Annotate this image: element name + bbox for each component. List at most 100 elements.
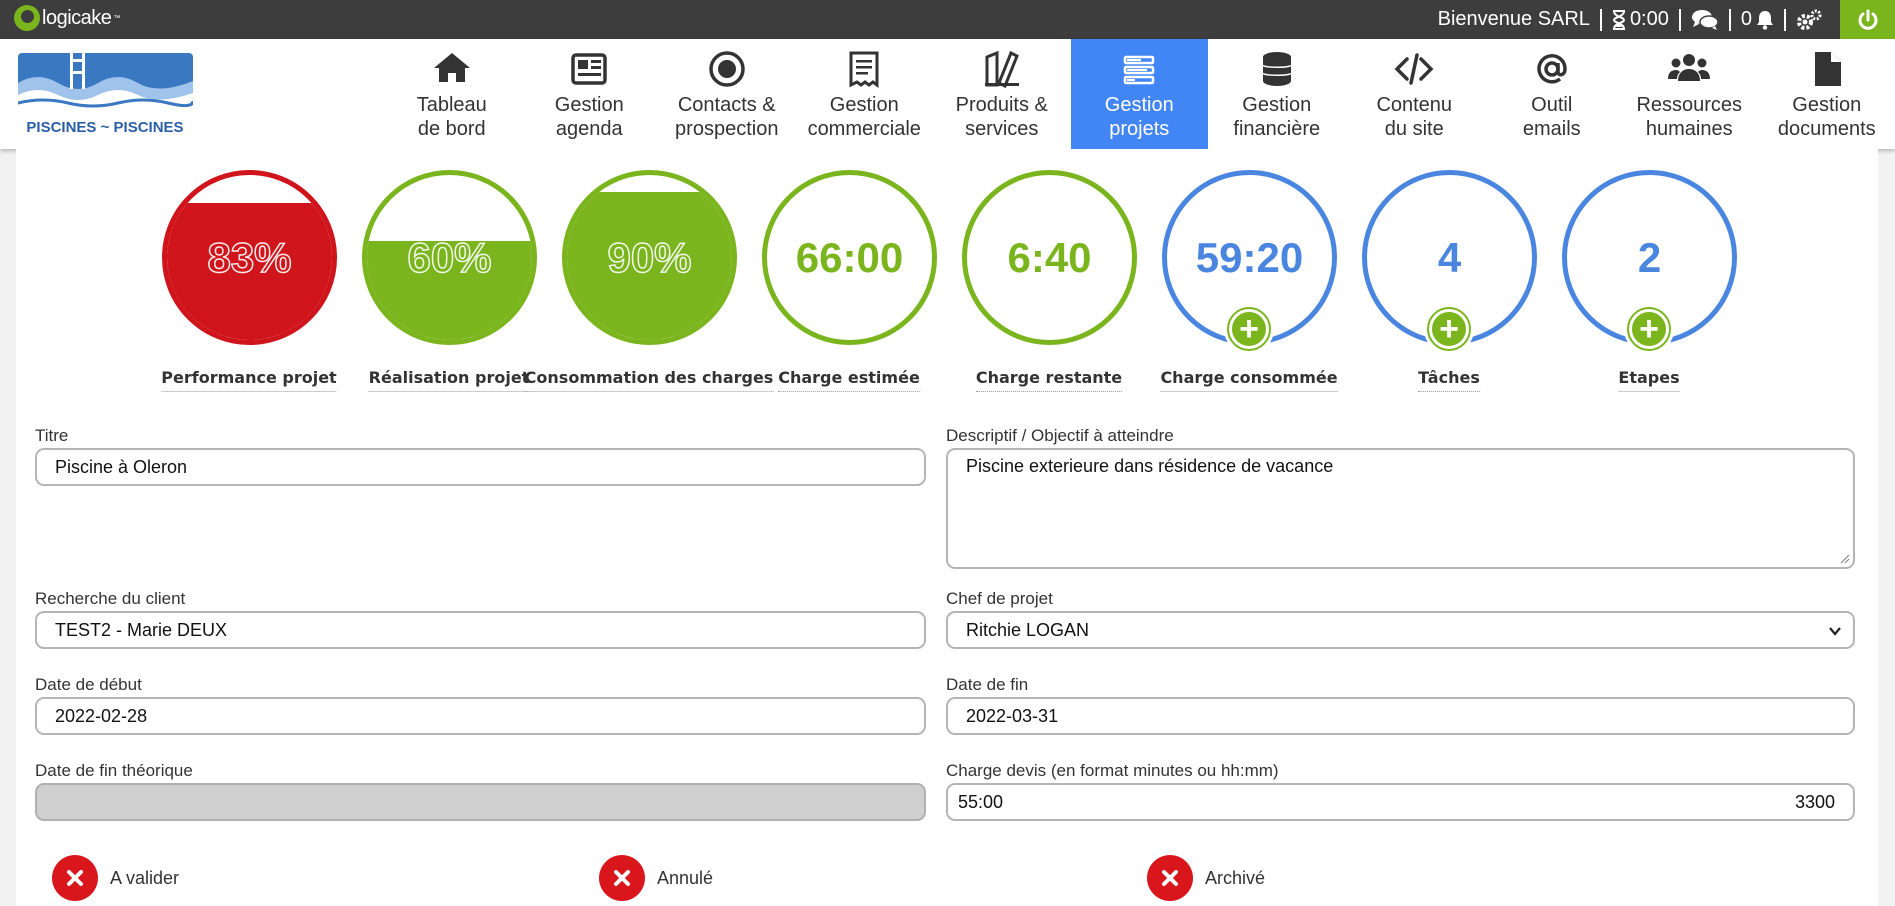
plus-icon: + [1439, 310, 1459, 348]
home-icon [433, 53, 470, 82]
logout-button[interactable] [1840, 0, 1895, 39]
titre-input[interactable]: Piscine à Oleron [35, 448, 926, 486]
gauge-performance-projet: 83% [162, 170, 337, 345]
nav-item-gestion-commerciale[interactable]: Gestion commerciale [796, 39, 934, 149]
chef-select[interactable]: Ritchie LOGAN [946, 611, 1855, 649]
gauge-value: 66:00 [795, 233, 904, 281]
descriptif-textarea[interactable]: Piscine exterieure dans résidence de vac… [946, 448, 1855, 569]
status-label: A valider [110, 867, 180, 888]
brand-logo-icon [14, 5, 40, 31]
nav-item-contacts-prospection[interactable]: Contacts & prospection [658, 39, 796, 149]
gauge-value: 90% [607, 233, 693, 282]
date-fin-theorique-label: Date de fin théorique [35, 761, 193, 780]
status-label: Annulé [657, 867, 714, 888]
gauge-charge-restante: 6:40 [962, 170, 1137, 345]
nav-item-gestion-financière[interactable]: Gestion financière [1208, 39, 1346, 149]
brand-logo[interactable]: logicake ™ [14, 5, 120, 31]
bullseye-icon [709, 51, 745, 87]
client-label: Recherche du client [35, 589, 186, 608]
gauge-label: Réalisation projet [368, 368, 530, 392]
nav-label: Gestion documents [1777, 94, 1876, 140]
nav-item-produits-services[interactable]: Produits & services [933, 39, 1071, 149]
chef-label: Chef de projet [946, 589, 1053, 608]
plus-icon: + [1239, 310, 1259, 348]
code-icon [1394, 53, 1434, 85]
brand-name: logicake [42, 6, 112, 29]
nav-item-contenu-dusite[interactable]: Contenu du site [1346, 39, 1484, 149]
nav-item-outil-emails[interactable]: Outil emails [1483, 39, 1621, 149]
bell-icon [1757, 10, 1773, 30]
client-search-input[interactable]: TEST2 - Marie DEUX [35, 611, 926, 649]
gauge-réalisation-projet: 60% [362, 170, 537, 345]
titre-label: Titre [35, 426, 69, 445]
nav-label: Gestion agenda [554, 94, 624, 140]
receipt-icon [849, 51, 879, 88]
nav-label: Gestion financière [1233, 94, 1321, 140]
nav-item-gestion-documents[interactable]: Gestion documents [1758, 39, 1895, 149]
power-icon [1858, 9, 1877, 30]
gauge-label: Consommation des charges [524, 368, 774, 392]
project-panel: 83% Performance projet 60% Réalisation proj… [16, 149, 1878, 906]
status-toggle[interactable]: Archivé [1147, 855, 1265, 901]
timer-value: 0:00 [1629, 8, 1669, 30]
add-etapes-button[interactable]: + [1624, 304, 1674, 354]
gauge-value: 60% [407, 233, 493, 282]
messages-button[interactable] [1681, 9, 1729, 30]
close-icon[interactable] [1147, 855, 1193, 901]
nav-item-gestion-projets[interactable]: Gestion projets [1070, 39, 1208, 149]
status-label: Archivé [1205, 867, 1266, 888]
plus-icon: + [1639, 310, 1659, 348]
gauge-consommation-des-charges: 90% [562, 170, 737, 345]
nav-label: Produits & services [955, 94, 1048, 140]
welcome-text: Bienvenue SARL [1437, 8, 1590, 30]
timer[interactable]: 0:00 [1602, 8, 1679, 30]
gauge-charge-estimée: 66:00 [762, 170, 937, 345]
add-tâches-button[interactable]: + [1424, 304, 1474, 354]
nav-label: Contenu du site [1376, 94, 1453, 140]
charge-devis-label: Charge devis (en format minutes ou hh:mm… [946, 761, 1279, 780]
nav-label: Gestion commerciale [807, 94, 921, 140]
date-fin-label: Date de fin [946, 675, 1029, 694]
nav-item-tableau-debord[interactable]: Tableau de bord [383, 39, 521, 149]
file-icon [1814, 52, 1841, 86]
gears-icon [1797, 9, 1822, 30]
gauge-value: 6:40 [1007, 233, 1092, 281]
tasks-icon [1124, 55, 1155, 85]
nav-item-ressources-humaines[interactable]: Ressources humaines [1621, 39, 1759, 149]
gauge-label: Charge estimée [778, 368, 920, 392]
gauge-label: Tâches [1418, 368, 1480, 392]
gauge-value: 83% [207, 233, 293, 282]
date-fin-input[interactable]: 2022-03-31 [946, 697, 1855, 735]
nav-label: Gestion projets [1104, 94, 1174, 140]
charge-devis-input[interactable]: 55:00 3300 [946, 783, 1855, 821]
add-charge-consommée-button[interactable]: + [1224, 304, 1274, 354]
charge-devis-value: 55:00 [958, 791, 1004, 812]
hourglass-icon [1612, 9, 1625, 30]
date-debut-input[interactable]: 2022-02-28 [35, 697, 926, 735]
logo-text: PISCINES ~ PISCINES [26, 119, 183, 135]
nav-label: Tableau de bord [416, 94, 487, 140]
tools-icon [984, 50, 1019, 89]
status-toggle[interactable]: A valider [52, 855, 179, 901]
resize-handle-icon[interactable] [1840, 554, 1850, 564]
close-icon[interactable] [52, 855, 98, 901]
close-icon[interactable] [599, 855, 645, 901]
notifications-button[interactable]: 0 [1731, 8, 1784, 30]
at-icon [1537, 54, 1567, 84]
date-fin-theorique-input [35, 783, 926, 821]
main-navigation: PISCINES ~ PISCINES Tableau de bord Gesti… [0, 39, 1895, 149]
users-icon [1668, 54, 1711, 81]
gauge-label: Charge consommée [1160, 368, 1338, 392]
top-bar: logicake ™ Bienvenue SARL 0:00 0 [0, 0, 1895, 39]
nav-item-gestion-agenda[interactable]: Gestion agenda [521, 39, 659, 149]
nav-label: Ressources humaines [1636, 94, 1743, 140]
company-logo[interactable]: PISCINES ~ PISCINES [18, 53, 193, 135]
chevron-down-icon [1829, 627, 1841, 636]
gauge-label: Performance projet [161, 368, 337, 392]
gauge-label: Etapes [1618, 368, 1680, 392]
descriptif-label: Descriptif / Objectif à atteindre [946, 426, 1174, 445]
gauge-label: Charge restante [975, 368, 1123, 392]
status-toggle[interactable]: Annulé [599, 855, 713, 901]
settings-button[interactable] [1786, 9, 1832, 30]
notifications-count: 0 [1740, 8, 1752, 30]
